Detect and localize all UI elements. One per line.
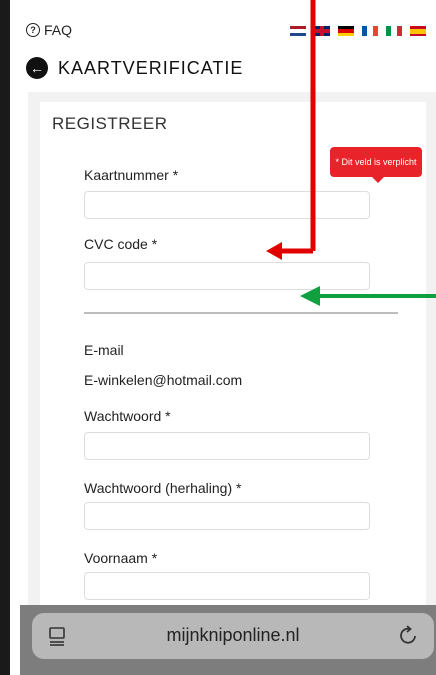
password-label: Wachtwoord *	[84, 408, 171, 424]
firstname-input[interactable]	[84, 572, 370, 600]
error-tooltip: * Dit veld is verplicht	[330, 147, 422, 183]
url-text: mijnkniponline.nl	[166, 625, 300, 645]
faq-label: FAQ	[44, 22, 73, 38]
card-number-label: Kaartnummer *	[84, 167, 179, 183]
back-arrow-icon[interactable]: ←	[26, 57, 48, 79]
cvc-label: CVC code *	[84, 236, 158, 252]
cvc-input[interactable]	[84, 262, 370, 290]
language-flags	[290, 26, 426, 36]
card-number-input[interactable]	[84, 191, 370, 219]
fr-flag-icon[interactable]	[362, 26, 378, 36]
gb-flag-icon[interactable]	[314, 26, 330, 36]
register-card: REGISTREER Kaartnummer * * Dit veld is v…	[40, 102, 426, 622]
email-label: E-mail	[84, 342, 124, 358]
password-repeat-label: Wachtwoord (herhaling) *	[84, 480, 242, 496]
url-bar[interactable]: mijnkniponline.nl	[32, 613, 434, 659]
de-flag-icon[interactable]	[338, 26, 354, 36]
es-flag-icon[interactable]	[410, 26, 426, 36]
left-border	[0, 0, 10, 675]
nl-flag-icon[interactable]	[290, 26, 306, 36]
browser-bar: mijnkniponline.nl	[20, 605, 436, 675]
form-divider	[84, 312, 398, 314]
form-title: REGISTREER	[52, 114, 168, 133]
content-area: REGISTREER Kaartnummer * * Dit veld is v…	[28, 92, 436, 622]
password-repeat-input[interactable]	[84, 502, 370, 530]
email-value: E-winkelen@hotmail.com	[84, 372, 243, 388]
it-flag-icon[interactable]	[386, 26, 402, 36]
page: ? FAQ ← KAARTVERIFICATIE REGISTREER Kaar…	[10, 0, 436, 675]
firstname-label: Voornaam *	[84, 550, 158, 566]
title-bar: ← KAARTVERIFICATIE	[26, 54, 243, 82]
password-input[interactable]	[84, 432, 370, 460]
reload-icon[interactable]	[398, 623, 420, 647]
faq-link[interactable]: ? FAQ	[26, 22, 72, 38]
question-icon: ?	[26, 23, 40, 37]
top-bar: ? FAQ	[26, 22, 426, 46]
page-title: KAARTVERIFICATIE	[58, 57, 244, 78]
